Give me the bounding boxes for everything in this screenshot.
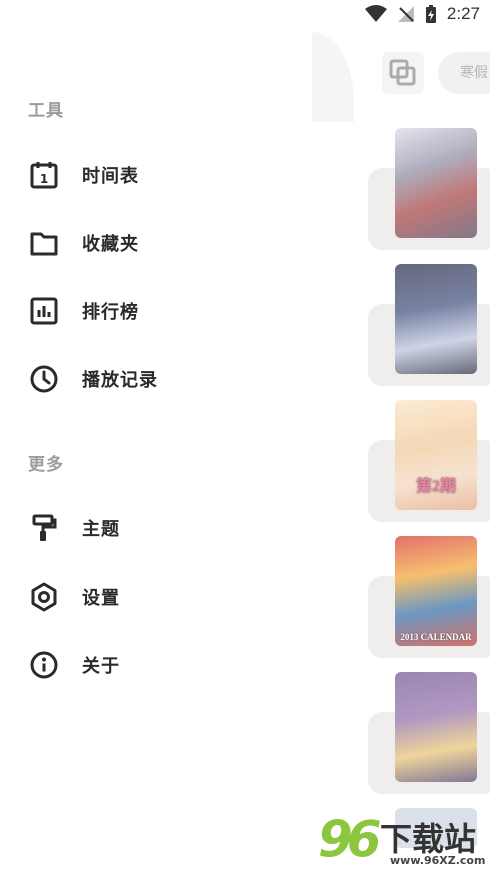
section-title-tools: 工具	[28, 101, 64, 121]
menu-item-favorites[interactable]: 收藏夹	[28, 221, 328, 265]
calendar-icon: 1	[28, 159, 60, 191]
menu-item-label: 播放记录	[82, 370, 158, 391]
info-icon	[28, 649, 60, 681]
wifi-icon	[364, 5, 387, 22]
paint-roller-icon	[28, 512, 60, 544]
menu-item-label: 设置	[82, 588, 120, 609]
menu-item-label: 时间表	[82, 166, 139, 187]
navigation-drawer: 工具 1 时间表 收藏夹 排行榜 播放记录 更多 主题 设置 关于	[0, 0, 354, 871]
menu-item-label: 收藏夹	[82, 234, 139, 255]
menu-item-history[interactable]: 播放记录	[28, 357, 328, 401]
folder-icon	[28, 227, 60, 259]
menu-item-rankings[interactable]: 排行榜	[28, 289, 328, 333]
status-time: 2:27	[446, 4, 480, 23]
watermark-url: www.96XZ.com	[390, 854, 486, 867]
menu-item-about[interactable]: 关于	[28, 643, 328, 687]
menu-item-schedule[interactable]: 1 时间表	[28, 153, 328, 197]
chart-icon	[28, 295, 60, 327]
clock-icon	[28, 363, 60, 395]
menu-item-settings[interactable]: 设置	[28, 575, 328, 619]
menu-item-label: 主题	[82, 519, 120, 540]
battery-charging-icon	[425, 5, 436, 23]
status-bar: 2:27	[0, 0, 490, 32]
section-title-more: 更多	[28, 455, 64, 475]
svg-text:1: 1	[40, 172, 48, 186]
menu-item-label: 排行榜	[82, 302, 139, 323]
menu-item-label: 关于	[82, 656, 120, 677]
watermark-number: 96	[318, 810, 382, 868]
settings-hex-icon	[28, 581, 60, 613]
site-watermark: 96 下载站 www.96XZ.com	[318, 810, 490, 871]
no-signal-icon	[397, 6, 414, 22]
drawer-header-curve	[312, 32, 354, 122]
menu-item-theme[interactable]: 主题	[28, 506, 328, 550]
